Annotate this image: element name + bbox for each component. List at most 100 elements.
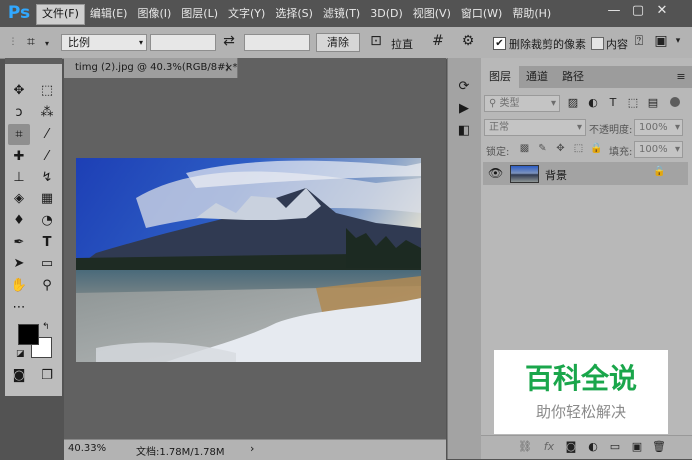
lasso-tool-icon[interactable]: ↄ [8, 102, 30, 123]
foreground-color[interactable] [18, 324, 39, 345]
tab-channels[interactable]: 通道 [519, 66, 555, 88]
fill-input[interactable]: 100% ▾ [634, 141, 683, 158]
menu-file[interactable]: 文件(F) [36, 4, 85, 25]
menu-image[interactable]: 图像(I) [132, 4, 176, 23]
panel-menu-icon[interactable]: ≡ [671, 66, 691, 88]
filter-smart-object-icon[interactable]: ▤ [646, 94, 660, 112]
menu-layer[interactable]: 图层(L) [176, 4, 223, 23]
delete-cropped-checkbox[interactable]: ✔ [493, 37, 506, 50]
layer-filter-select[interactable]: ⚲ 类型 ▾ [484, 95, 560, 112]
screen-mode-icon[interactable]: ❐ [36, 365, 58, 386]
grip-icon: ⋮ [8, 37, 18, 47]
actions-panel-icon[interactable]: ▶ [453, 98, 475, 119]
menu-help[interactable]: 帮助(H) [507, 4, 556, 23]
zoom-level[interactable]: 40.33% [68, 443, 106, 454]
history-panel-icon[interactable]: ⟳ [453, 76, 475, 97]
chevron-down-icon: ▾ [576, 122, 582, 133]
minimize-button[interactable]: — [606, 3, 622, 19]
swap-colors-icon[interactable]: ↰ [42, 322, 50, 332]
document-canvas[interactable] [76, 158, 421, 362]
layer-row[interactable]: 👁 背景 🔒 [483, 162, 688, 185]
blend-mode-select[interactable]: 正常 ▾ [484, 119, 586, 136]
opacity-input[interactable]: 100% ▾ [634, 119, 683, 136]
layer-name[interactable]: 背景 [545, 167, 567, 183]
delete-cropped-label: 删除裁剪的像素 [509, 38, 586, 51]
rectangle-tool-icon[interactable]: ▭ [36, 253, 58, 274]
restore-button[interactable]: ▢ [630, 3, 646, 19]
quick-mask-icon[interactable]: ◙ [8, 365, 30, 386]
filter-shape-icon[interactable]: ⬚ [626, 94, 640, 112]
workspace-icon[interactable]: ▣ [652, 32, 670, 50]
lock-pixels-icon[interactable]: ✎ [536, 140, 549, 158]
height-input[interactable] [244, 34, 310, 51]
opacity-value: 100% [639, 122, 668, 133]
close-button[interactable]: ✕ [654, 3, 670, 19]
lock-artboard-icon[interactable]: ⬚ [572, 140, 585, 158]
menu-view[interactable]: 视图(V) [408, 4, 456, 23]
close-icon[interactable]: × [224, 61, 233, 74]
more-tools-icon[interactable]: ⋯ [8, 297, 30, 318]
dodge-tool-icon[interactable]: ◔ [36, 210, 58, 231]
status-menu-arrow-icon[interactable]: › [250, 442, 254, 455]
help-icon[interactable]: ⍰ [630, 32, 648, 50]
menu-select[interactable]: 选择(S) [270, 4, 318, 23]
chevron-down-icon[interactable]: ▾ [42, 35, 52, 53]
new-layer-icon[interactable]: ▣ [629, 438, 645, 456]
history-brush-icon[interactable]: ↯ [36, 167, 58, 188]
marquee-tool-icon[interactable]: ⬚ [36, 80, 58, 101]
straighten-label[interactable]: 拉直 [391, 36, 413, 52]
brush-tool-icon[interactable]: ⁄ [36, 146, 58, 167]
chevron-down-icon: ▾ [674, 122, 680, 133]
type-tool-icon[interactable]: T [36, 232, 58, 253]
menu-window[interactable]: 窗口(W) [456, 4, 507, 23]
pen-tool-icon[interactable]: ✒ [8, 232, 30, 253]
filter-toggle[interactable] [670, 97, 680, 107]
filter-type-icon[interactable]: T [606, 94, 620, 112]
gradient-icon[interactable]: ▦ [36, 188, 58, 209]
menu-edit[interactable]: 编辑(E) [85, 4, 133, 23]
crop-tool-icon[interactable]: ⌗ [20, 33, 42, 51]
zoom-tool-icon[interactable]: ⚲ [36, 275, 58, 296]
lock-all-icon[interactable]: 🔒 [590, 140, 603, 158]
chevron-down-icon: ▾ [674, 144, 680, 155]
ratio-select-value: 比例 [68, 36, 90, 49]
add-mask-icon[interactable]: ◙ [563, 438, 579, 456]
healing-brush-icon[interactable]: ✚ [8, 146, 30, 167]
menu-3d[interactable]: 3D(D) [365, 4, 408, 23]
trash-icon[interactable]: 🗑 [651, 438, 667, 456]
lock-transparent-icon[interactable]: ▩ [518, 140, 531, 158]
filter-adjustment-icon[interactable]: ◐ [586, 94, 600, 112]
clear-button[interactable]: 清除 [316, 33, 360, 52]
new-group-icon[interactable]: ▭ [607, 438, 623, 456]
straighten-icon[interactable]: ⊡ [366, 32, 386, 50]
eraser-icon[interactable]: ◈ [8, 188, 30, 209]
chevron-down-icon[interactable]: ▾ [672, 32, 684, 50]
default-colors-icon[interactable]: ◪ [16, 349, 25, 359]
magic-wand-icon[interactable]: ⁂ [36, 102, 58, 123]
move-tool-icon[interactable]: ✥ [8, 80, 30, 101]
fx-icon[interactable]: fx [541, 438, 557, 456]
tab-paths[interactable]: 路径 [555, 66, 591, 88]
lock-position-icon[interactable]: ✥ [554, 140, 567, 158]
eyedropper-icon[interactable]: ⁄ [36, 124, 58, 145]
width-input[interactable] [150, 34, 216, 51]
adjustment-layer-icon[interactable]: ◐ [585, 438, 601, 456]
document-tab[interactable]: timg (2).jpg @ 40.3%(RGB/8#) * × [64, 58, 238, 78]
eye-icon[interactable]: 👁 [488, 166, 503, 180]
filter-pixel-icon[interactable]: ▨ [566, 94, 580, 112]
path-select-icon[interactable]: ➤ [8, 253, 30, 274]
crop-tool-icon[interactable]: ⌗ [8, 124, 30, 145]
menu-filter[interactable]: 滤镜(T) [318, 4, 365, 23]
menu-type[interactable]: 文字(Y) [223, 4, 270, 23]
properties-panel-icon[interactable]: ◧ [453, 120, 475, 141]
ratio-select[interactable]: 比例 ▾ [61, 34, 147, 51]
gear-icon[interactable]: ⚙ [458, 32, 478, 50]
hand-tool-icon[interactable]: ✋ [8, 275, 30, 296]
grid-overlay-icon[interactable]: # [428, 32, 448, 50]
clone-stamp-icon[interactable]: ⊥ [8, 167, 30, 188]
tab-layers[interactable]: 图层 [481, 66, 519, 88]
blur-tool-icon[interactable]: ♦ [8, 210, 30, 231]
swap-icon[interactable]: ⇄ [220, 32, 238, 50]
content-aware-checkbox[interactable] [591, 37, 604, 50]
link-layers-icon[interactable]: ⛓ [517, 438, 533, 456]
